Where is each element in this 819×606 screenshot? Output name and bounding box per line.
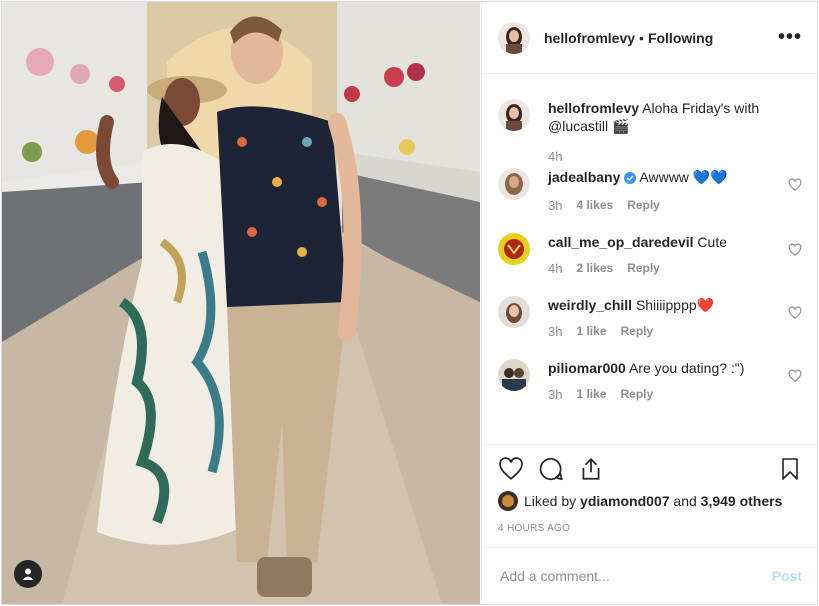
post-container: hellofromlevy • Following ••• hellofroml… bbox=[1, 1, 818, 605]
comment-item: piliomar000 Are you dating? :") 3h 1 lik… bbox=[498, 359, 802, 402]
comment-time[interactable]: 3h bbox=[548, 387, 562, 402]
like-comment-heart-icon[interactable] bbox=[788, 306, 802, 320]
comment-time[interactable]: 3h bbox=[548, 198, 562, 213]
photo-illustration bbox=[2, 2, 480, 604]
commenter-avatar[interactable] bbox=[498, 296, 530, 328]
comment-likes[interactable]: 1 like bbox=[576, 324, 606, 339]
likes-summary: Liked by ydiamond007 and 3,949 others bbox=[498, 491, 802, 511]
comment-time[interactable]: 4h bbox=[548, 261, 562, 276]
reply-button[interactable]: Reply bbox=[627, 261, 660, 276]
post-actions: Liked by ydiamond007 and 3,949 others 4 … bbox=[482, 444, 817, 552]
author-avatar[interactable] bbox=[498, 99, 530, 131]
caption-username[interactable]: hellofromlevy bbox=[548, 100, 639, 116]
comments-list[interactable]: hellofromlevy Aloha Friday's with @lucas… bbox=[482, 75, 817, 443]
liked-by-and: and bbox=[673, 493, 697, 509]
reply-button[interactable]: Reply bbox=[621, 387, 654, 402]
comment-text: Awwww 💙💙 bbox=[639, 169, 728, 185]
comment-bubble-icon[interactable] bbox=[538, 456, 564, 487]
author-username[interactable]: hellofromlevy bbox=[544, 30, 635, 46]
comment-item: jadealbany Awwww 💙💙 3h 4 likes Reply bbox=[498, 168, 802, 213]
comment-username[interactable]: jadealbany bbox=[548, 169, 620, 185]
comment-input[interactable] bbox=[498, 567, 772, 585]
liked-by-prefix: Liked by bbox=[524, 493, 577, 509]
post-sidebar: hellofromlevy • Following ••• hellofroml… bbox=[481, 2, 817, 604]
caption: hellofromlevy Aloha Friday's with @lucas… bbox=[498, 99, 802, 164]
post-comment-button[interactable]: Post bbox=[772, 568, 802, 584]
comment-text: Shiiiipppp❤️ bbox=[635, 297, 715, 313]
post-header: hellofromlevy • Following ••• bbox=[482, 2, 817, 74]
like-comment-heart-icon[interactable] bbox=[788, 178, 802, 192]
bookmark-icon[interactable] bbox=[778, 456, 802, 487]
liker-username[interactable]: ydiamond007 bbox=[580, 493, 669, 509]
commenter-avatar[interactable] bbox=[498, 233, 530, 265]
separator-dot: • bbox=[639, 29, 644, 46]
author-avatar[interactable] bbox=[498, 21, 530, 54]
add-comment-bar: Post bbox=[482, 547, 817, 604]
comment-likes[interactable]: 4 likes bbox=[576, 198, 613, 213]
caption-time[interactable]: 4h bbox=[548, 149, 562, 164]
comment-text: Cute bbox=[697, 234, 727, 250]
comment-item: call_me_op_daredevil Cute 4h 2 likes Rep… bbox=[498, 233, 802, 276]
reply-button[interactable]: Reply bbox=[621, 324, 654, 339]
likes-count[interactable]: 3,949 others bbox=[701, 493, 783, 509]
comment-username[interactable]: call_me_op_daredevil bbox=[548, 234, 694, 250]
comment-text: Are you dating? :") bbox=[628, 360, 745, 376]
comment-likes[interactable]: 1 like bbox=[576, 387, 606, 402]
verified-badge-icon bbox=[624, 170, 637, 188]
following-button[interactable]: Following bbox=[648, 30, 713, 46]
liker-avatar[interactable] bbox=[498, 491, 518, 511]
post-timestamp[interactable]: 4 HOURS AGO bbox=[498, 523, 802, 534]
user-tag-icon[interactable] bbox=[14, 560, 42, 588]
like-comment-heart-icon[interactable] bbox=[788, 369, 802, 383]
comment-username[interactable]: piliomar000 bbox=[548, 360, 626, 376]
like-comment-heart-icon[interactable] bbox=[788, 243, 802, 257]
comment-likes[interactable]: 2 likes bbox=[576, 261, 613, 276]
reply-button[interactable]: Reply bbox=[627, 198, 660, 213]
like-heart-icon[interactable] bbox=[498, 456, 524, 487]
more-horizontal-icon[interactable]: ••• bbox=[778, 26, 802, 49]
commenter-avatar[interactable] bbox=[498, 168, 530, 200]
comment-time[interactable]: 3h bbox=[548, 324, 562, 339]
share-icon[interactable] bbox=[578, 456, 604, 487]
post-photo[interactable] bbox=[2, 2, 480, 604]
comment-item: weirdly_chill Shiiiipppp❤️ 3h 1 like Rep… bbox=[498, 296, 802, 339]
comment-username[interactable]: weirdly_chill bbox=[548, 297, 632, 313]
commenter-avatar[interactable] bbox=[498, 359, 530, 391]
